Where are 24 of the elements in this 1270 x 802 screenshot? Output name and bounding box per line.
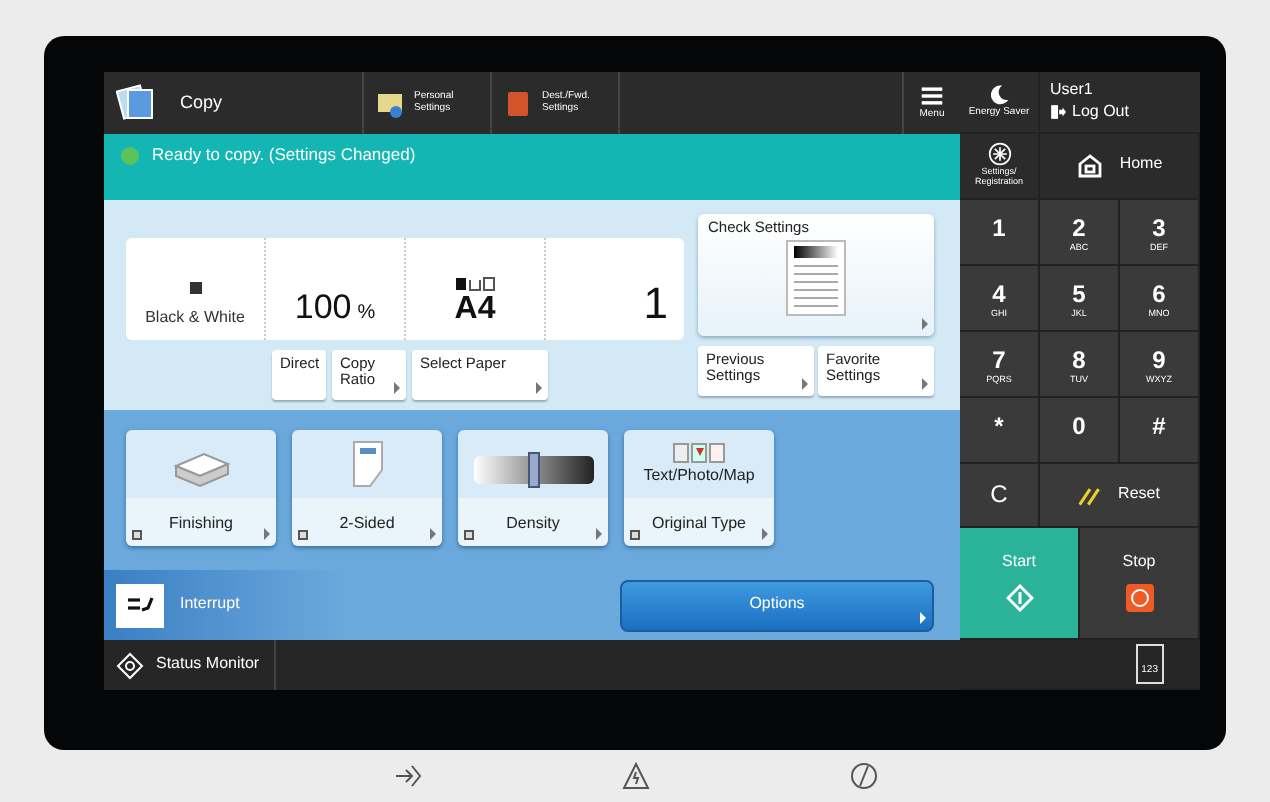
reset-button[interactable]: Reset [1040,463,1200,527]
paper-size: A4 [454,292,496,328]
clear-key[interactable]: C [960,463,1040,527]
function-label: Density [458,498,608,546]
stop-button[interactable]: Stop [1080,528,1200,639]
status-monitor-button[interactable]: Status Monitor [104,640,276,690]
copy-ratio: 100 [294,290,352,328]
function-label: Finishing [126,498,276,546]
options-button[interactable]: Options [620,579,934,631]
user-name: User1 [1050,82,1095,100]
keypad-key[interactable]: # [1120,397,1200,464]
keypad-key[interactable]: 0 [1040,397,1120,464]
app-title: Copy [180,93,223,113]
keypad-key[interactable]: 1 [960,199,1040,266]
status-message: Ready to copy. (Settings Changed) [152,146,416,165]
original-type-value: Text/Photo/Map [643,468,755,486]
function-label: Original Type [624,498,774,546]
keypad-key[interactable]: * [960,397,1040,464]
color-mode: Black & White [145,310,245,328]
logout-button[interactable]: Log Out [1050,103,1200,122]
home-button[interactable]: Home [1040,133,1200,198]
copy-count: 1 [643,279,668,328]
ratio-unit: % [357,302,376,325]
function-label: 2-Sided [292,498,442,546]
